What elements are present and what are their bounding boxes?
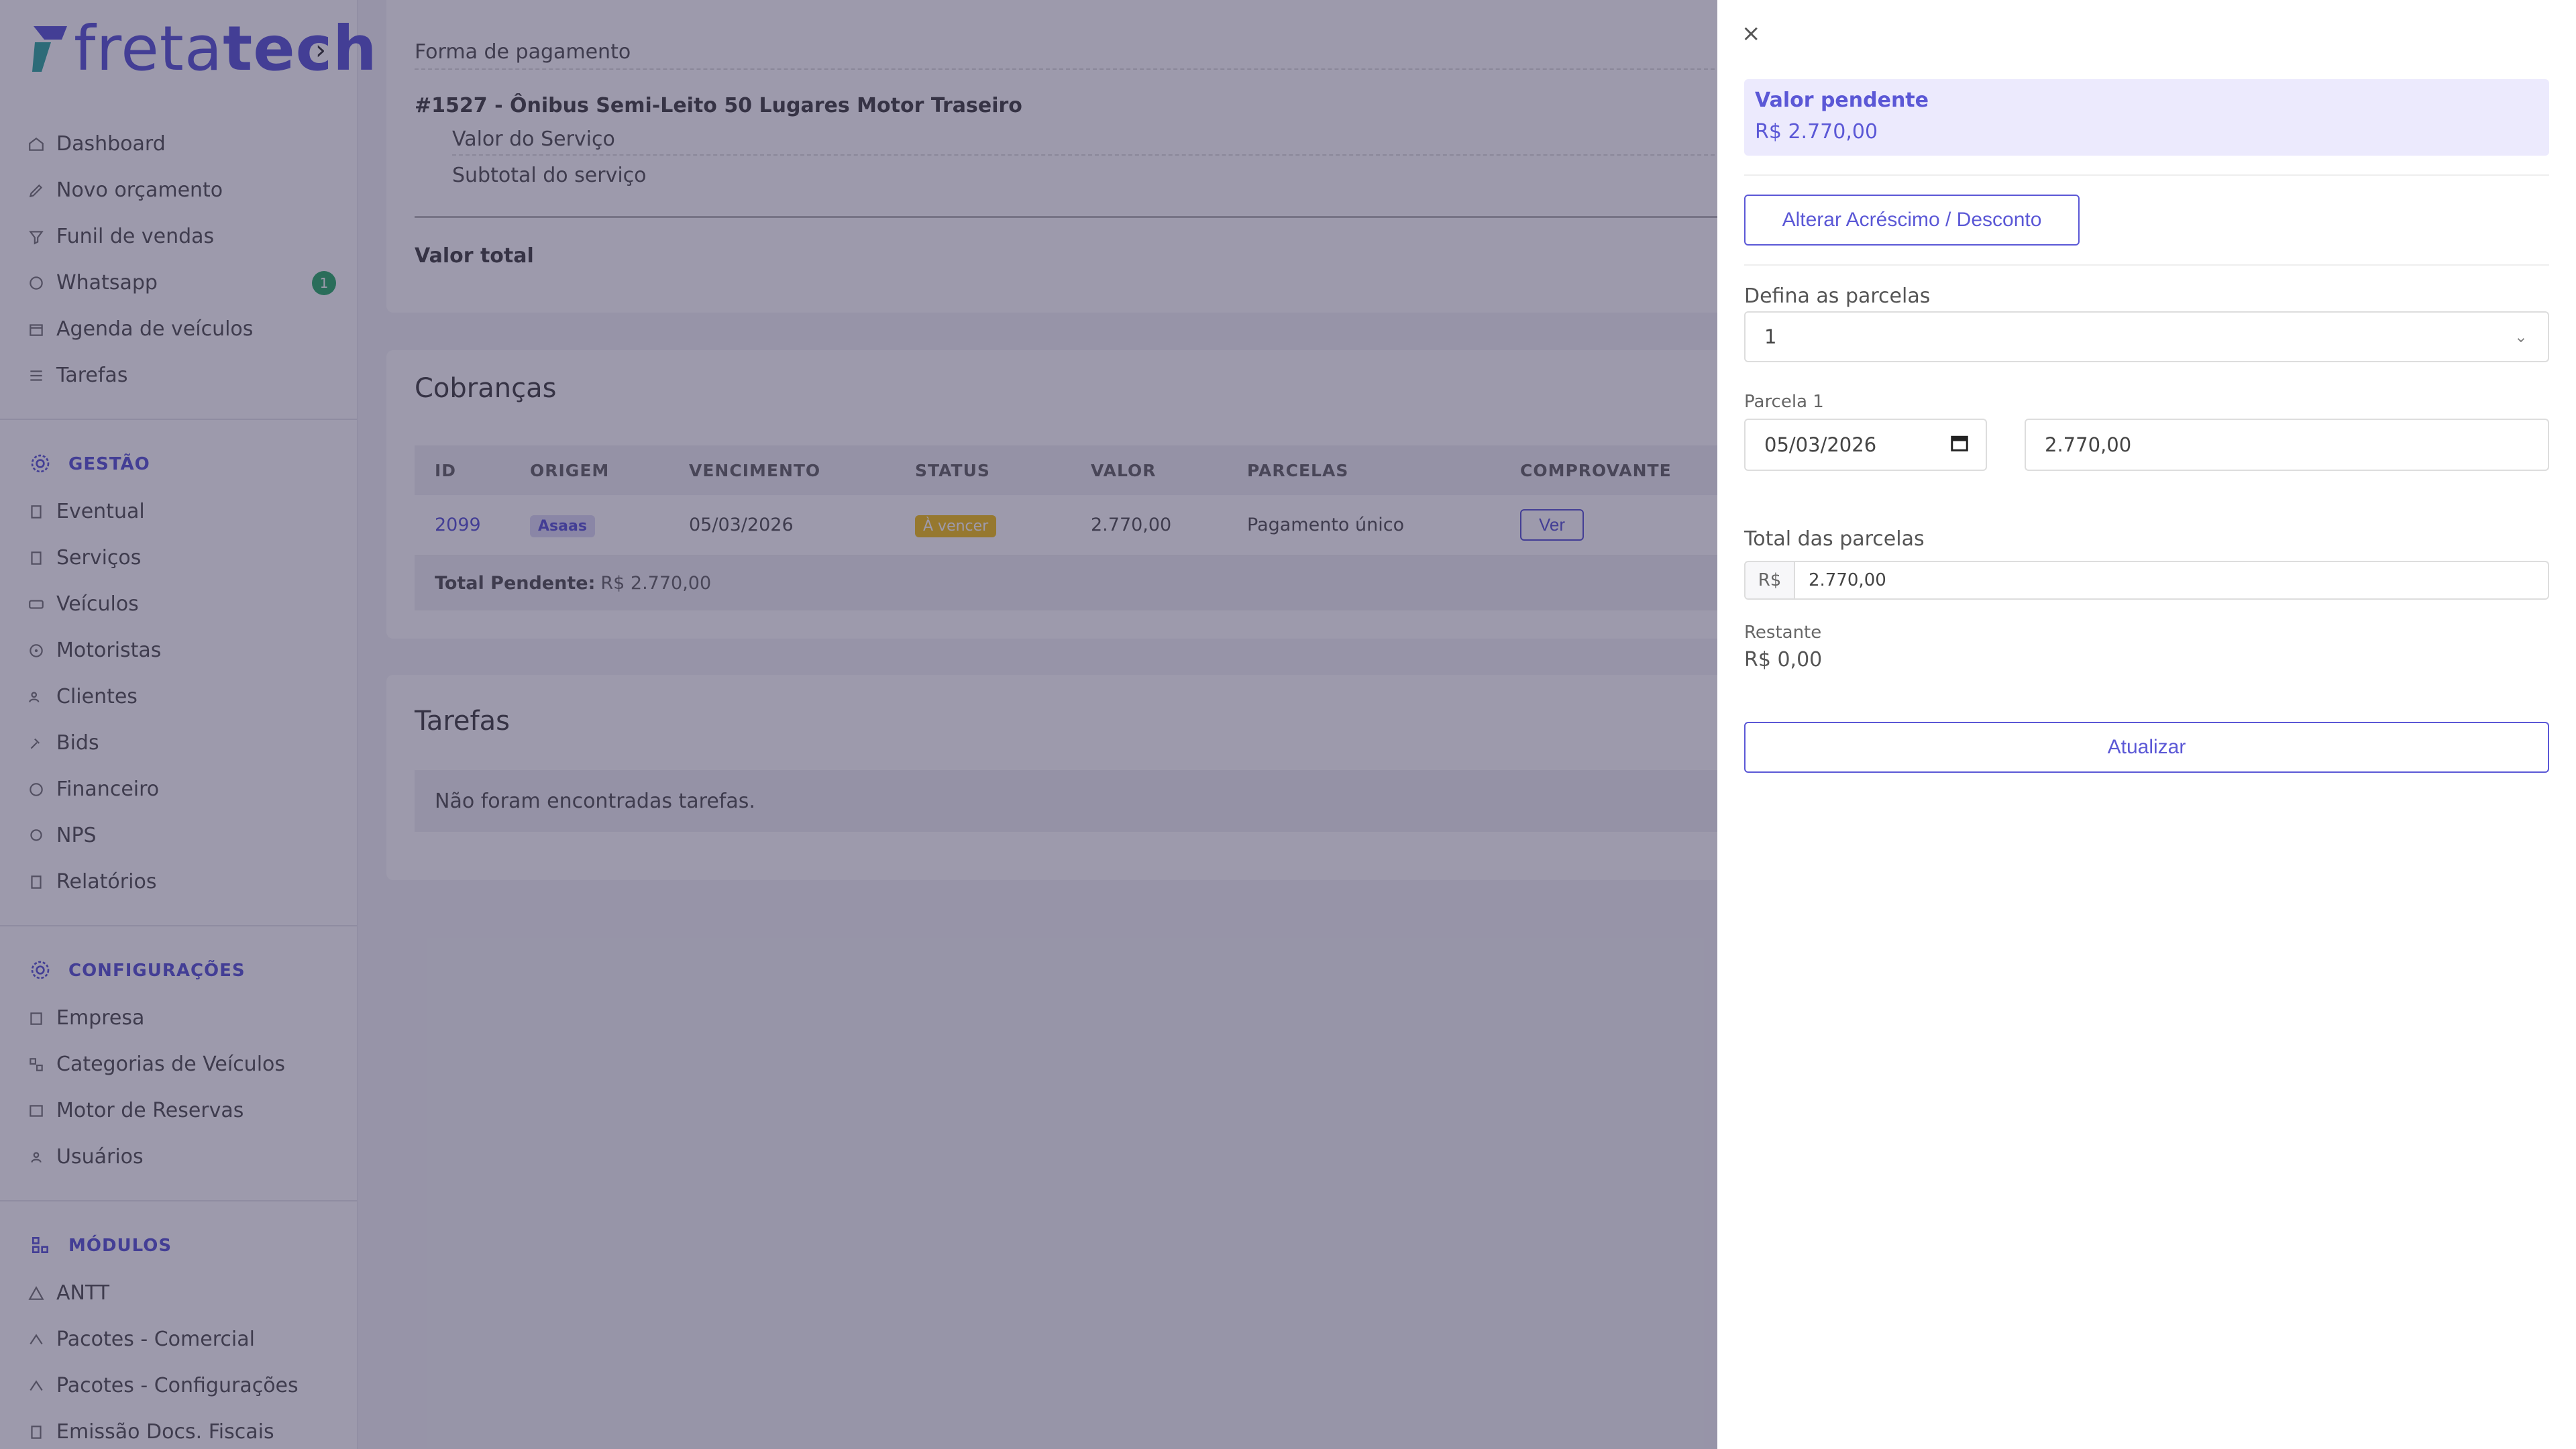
installments-drawer: × Valor pendente R$ 2.770,00 Alterar Acr…	[1717, 0, 2576, 1449]
parcela-label: Parcela 1	[1744, 392, 1824, 412]
adjust-discount-button[interactable]: Alterar Acréscimo / Desconto	[1744, 195, 2080, 246]
parcela-amount-input[interactable]: 2.770,00	[2025, 419, 2549, 471]
remaining-value: R$ 0,00	[1744, 648, 1823, 672]
close-icon[interactable]: ×	[1741, 20, 1761, 47]
divider	[1744, 264, 2549, 266]
pending-value-box: Valor pendente R$ 2.770,00	[1744, 79, 2549, 156]
chevron-down-icon: ⌄	[2514, 327, 2528, 346]
parcela-date-input[interactable]: 05/03/2026	[1744, 419, 1987, 471]
update-button[interactable]: Atualizar	[1744, 722, 2549, 773]
installments-label: Defina as parcelas	[1744, 284, 1931, 308]
installments-select[interactable]: 1 ⌄	[1744, 311, 2549, 362]
total-installments-input[interactable]: 2.770,00	[1794, 561, 2549, 600]
parcela-date-value: 05/03/2026	[1764, 433, 1877, 456]
calendar-icon[interactable]	[1949, 433, 1970, 458]
parcela-amount-value: 2.770,00	[2045, 433, 2132, 456]
remaining-label: Restante	[1744, 623, 1822, 643]
installments-selected-value: 1	[1764, 325, 1777, 348]
total-installments-label: Total das parcelas	[1744, 527, 1925, 551]
modal-backdrop[interactable]	[0, 0, 1717, 1449]
divider	[1744, 174, 2549, 176]
currency-prefix: R$	[1744, 561, 1795, 600]
pending-value: R$ 2.770,00	[1755, 120, 1878, 144]
pending-title: Valor pendente	[1755, 89, 1929, 112]
total-installments-value: 2.770,00	[1809, 570, 1886, 590]
